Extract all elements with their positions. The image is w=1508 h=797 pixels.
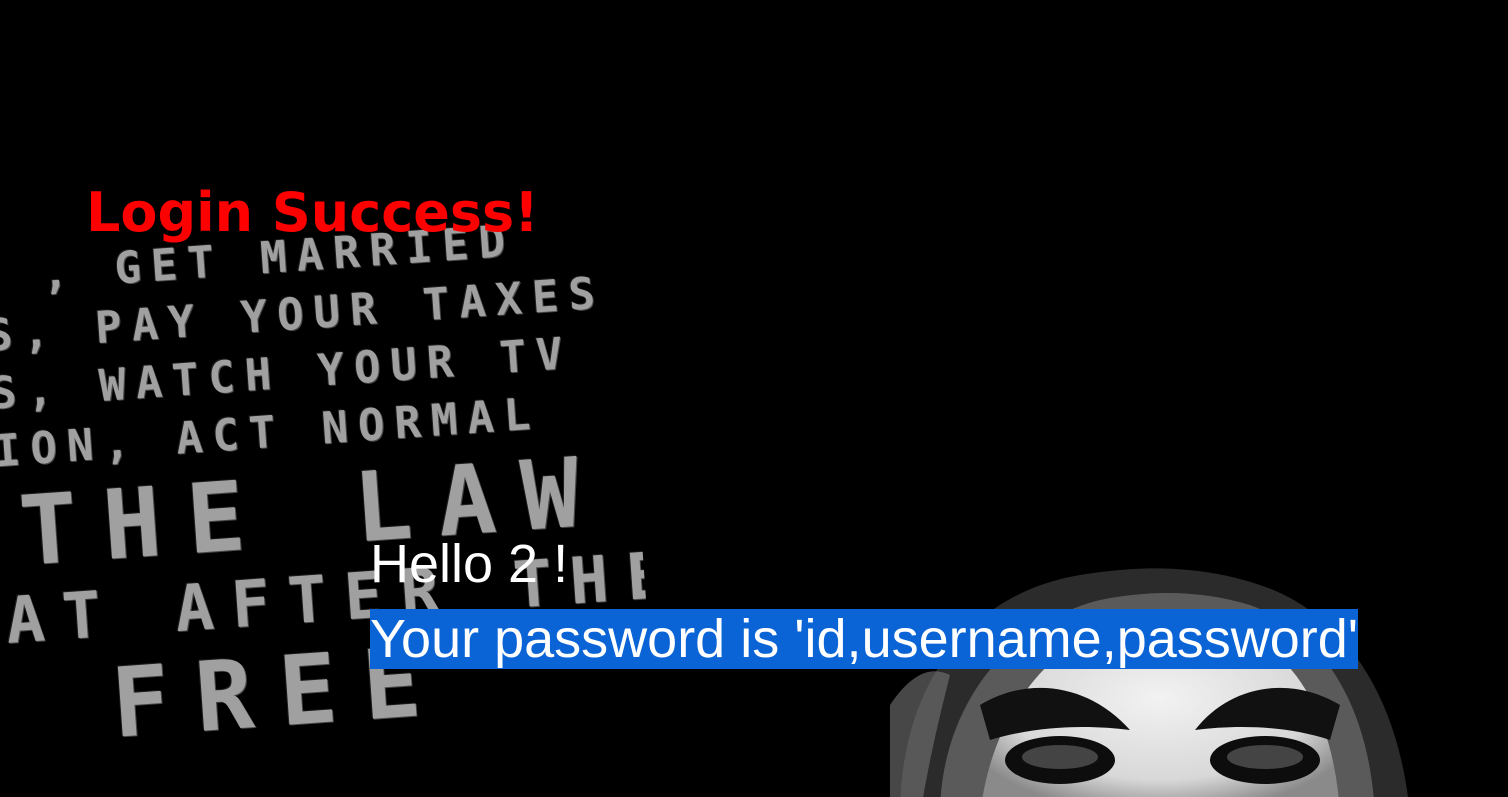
greeting-text: Hello 2 ! <box>370 534 569 594</box>
background-poster: , GET MARRIED S, PAY YOUR TAXES S, WATCH… <box>0 205 658 797</box>
selected-password-text: Your password is 'id,username,password' <box>370 609 1359 669</box>
mask-illustration <box>890 568 1408 797</box>
page-title: Login Success! <box>86 181 539 244</box>
page: , GET MARRIED S, PAY YOUR TAXES S, WATCH… <box>0 0 1508 797</box>
password-message: Your password is 'id,username,password' <box>370 605 1359 673</box>
